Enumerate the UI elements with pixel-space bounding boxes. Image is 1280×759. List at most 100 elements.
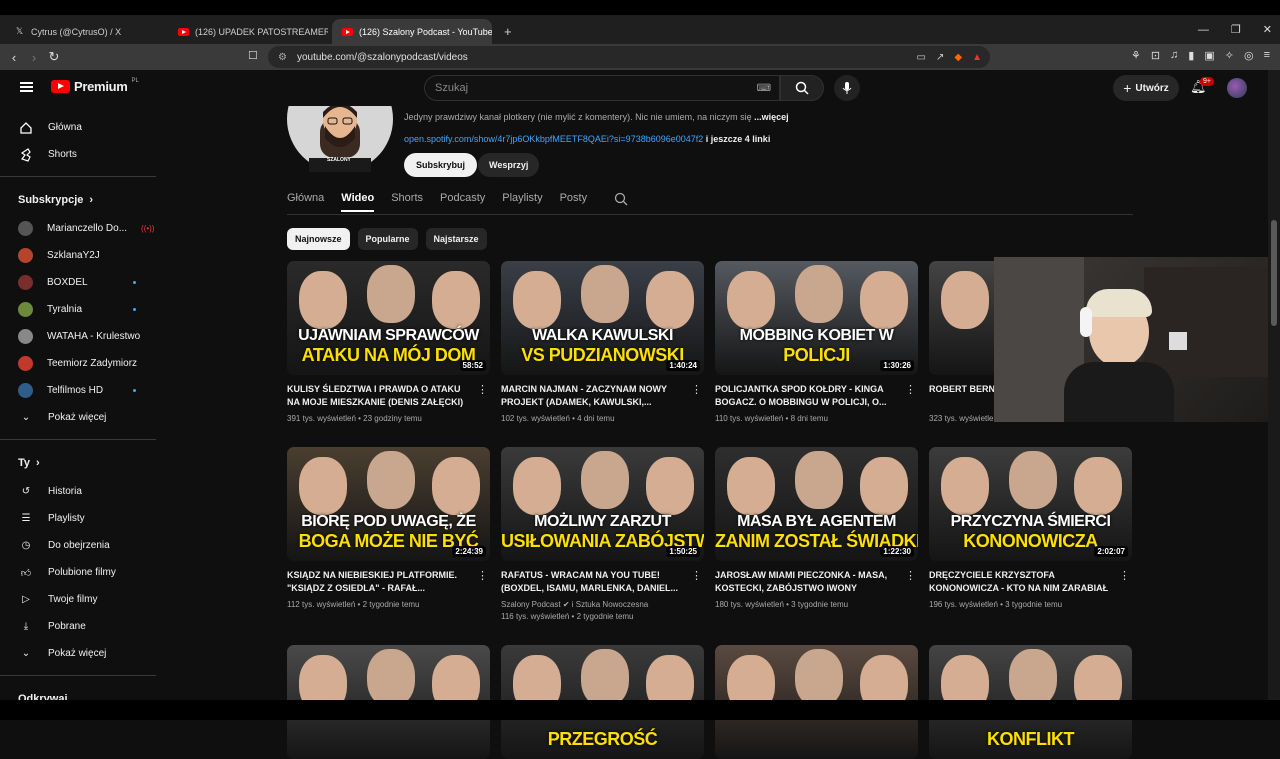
keyboard-icon[interactable]: ⌨ [757, 83, 771, 94]
ai-icon[interactable]: ✧ [1225, 49, 1234, 62]
more-options-icon[interactable]: ⋮ [691, 383, 702, 396]
sidebar-item-watch-later[interactable]: ◷ Do obejrzenia [0, 532, 156, 559]
tab-podcasts[interactable]: Podcasty [440, 192, 485, 212]
more-options-icon[interactable]: ⋮ [905, 569, 916, 582]
more-options-icon[interactable]: ⋮ [905, 383, 916, 396]
sidebar-icon[interactable]: ▮ [1188, 49, 1194, 62]
address-bar[interactable]: ⚙ youtube.com/@szalonypodcast/videos ▭ ↗… [268, 46, 990, 68]
support-button[interactable]: Wesprzyj [478, 153, 540, 177]
sidebar-item-history[interactable]: ↺ Historia [0, 478, 156, 505]
page-scrollbar[interactable] [1268, 70, 1280, 700]
tab-posts[interactable]: Posty [560, 192, 588, 212]
subscribe-button[interactable]: Subskrybuj [404, 153, 478, 177]
cast-icon[interactable]: ▭ [917, 52, 926, 63]
sidebar-item-subscription[interactable]: Telfilmos HD [0, 377, 156, 404]
new-tab-button[interactable]: + [494, 19, 518, 44]
video-thumbnail[interactable]: PRZYCZYNA ŚMIERCI KONONOWICZA 2:02:07 [929, 447, 1132, 561]
video-card[interactable]: MASA BYŁ AGENTEMZANIM ZOSTAŁ ŚWIADKIEM K… [715, 447, 918, 609]
sidebar-item-subscription[interactable]: WATAHA - Krulestwo [0, 323, 156, 350]
video-card[interactable]: BIORĘ POD UWAGĘ, ŻE BOGA MOŻE NIE BYĆ 2:24… [287, 447, 490, 609]
scrollbar-thumb[interactable] [1271, 220, 1277, 326]
sidebar-item-subscription[interactable]: BOXDEL [0, 269, 156, 296]
sidebar-item-playlists[interactable]: ☰ Playlisty [0, 505, 156, 532]
sidebar-item-subscription[interactable]: Marianczello Do... ((•)) [0, 215, 156, 242]
sidebar-item-shorts[interactable]: Shorts [0, 141, 156, 168]
sidebar-item-downloads[interactable]: ⤓ Pobrane [0, 613, 156, 640]
share-icon[interactable]: ↗ [936, 52, 944, 63]
hamburger-menu-icon[interactable] [20, 82, 33, 92]
spotify-link[interactable]: open.spotify.com/show/4r7jp6OKkbpfMEETF8… [404, 134, 703, 144]
video-thumbnail[interactable]: MASA BYŁ AGENTEMZANIM ZOSTAŁ ŚWIADKIEM K… [715, 447, 918, 561]
chip-oldest[interactable]: Najstarsze [425, 228, 487, 250]
extension-icon[interactable]: ⚘ [1131, 49, 1141, 62]
more-options-icon[interactable]: ⋮ [477, 383, 488, 396]
minimize-icon[interactable]: — [1198, 24, 1209, 36]
browser-tab-szalony[interactable]: (126) Szalony Podcast - YouTube ✕ [332, 19, 492, 44]
menu-icon[interactable]: ≡ [1264, 49, 1270, 62]
more-options-icon[interactable]: ⋮ [1119, 569, 1130, 582]
video-thumbnail[interactable]: WALKA KAWULSKI VS PUDZIANOWSKI 1:40:24 [501, 261, 704, 375]
tab-shorts[interactable]: Shorts [391, 192, 423, 212]
brave-shield-icon[interactable]: ◆ [954, 52, 962, 63]
wallet-icon[interactable]: ▣ [1204, 49, 1214, 62]
music-icon[interactable]: ♫ [1170, 49, 1178, 62]
more-link[interactable]: ...więcej [754, 112, 789, 122]
channel-links[interactable]: open.spotify.com/show/4r7jp6OKkbpfMEETF8… [404, 134, 770, 144]
more-options-icon[interactable]: ⋮ [691, 569, 702, 582]
close-window-icon[interactable]: ✕ [1263, 23, 1272, 36]
chip-popular[interactable]: Popularne [357, 228, 418, 250]
sidebar-item-your-videos[interactable]: ▷ Twoje filmy [0, 586, 156, 613]
video-title[interactable]: RAFATUS - WRACAM NA YOU TUBE! (BOXDEL, I… [501, 569, 704, 595]
video-thumbnail[interactable]: UJAWNIAM SPRAWCÓW ATAKU NA MÓJ DOM 58:52 [287, 261, 490, 375]
more-links[interactable]: i jeszcze 4 linki [706, 134, 771, 144]
video-title[interactable]: MARCIN NAJMAN - ZACZYNAM NOWY PROJEKT (A… [501, 383, 704, 409]
chip-newest[interactable]: Najnowsze [287, 228, 350, 250]
site-info-icon[interactable]: ⚙ [278, 52, 287, 63]
tab-videos[interactable]: Wideo [341, 192, 375, 212]
video-title[interactable]: KSIĄDZ NA NIEBIESKIEJ PLATFORMIE. "KSIĄD… [287, 569, 490, 595]
video-card[interactable]: MOBBING KOBIET W POLICJI 1:30:26 POLICJANTK… [715, 261, 918, 423]
restore-icon[interactable]: ❐ [1231, 23, 1241, 36]
create-button[interactable]: + Utwórz [1113, 75, 1179, 101]
tab-home[interactable]: Główna [287, 192, 324, 212]
video-card[interactable]: MOŻLIWY ZARZUT USIŁOWANIA ZABÓJSTWA 1:50:2… [501, 447, 704, 621]
back-icon[interactable]: ‹ [4, 50, 24, 65]
search-button[interactable] [780, 75, 824, 101]
video-thumbnail[interactable]: MOBBING KOBIET W POLICJI 1:30:26 [715, 261, 918, 375]
video-card[interactable]: WALKA KAWULSKI VS PUDZIANOWSKI 1:40:24 MARC… [501, 261, 704, 423]
video-title[interactable]: POLICJANTKA SPOD KOŁDRY - KINGA BOGACZ. … [715, 383, 918, 409]
channel-search-icon[interactable] [614, 192, 628, 212]
video-channel[interactable]: Szalony Podcast ✔ i Sztuka Nowoczesna [501, 600, 704, 609]
bookmark-icon[interactable]: ☐ [248, 49, 258, 62]
search-input[interactable]: Szukaj ⌨ [424, 75, 780, 101]
account-avatar[interactable] [1227, 78, 1247, 98]
video-card[interactable]: UJAWNIAM SPRAWCÓW ATAKU NA MÓJ DOM 58:52 KU… [287, 261, 490, 423]
tab-playlists[interactable]: Playlisty [502, 192, 542, 212]
rewards-icon[interactable]: ▲ [972, 52, 982, 63]
browser-tab-upadek[interactable]: (126) UPADEK PATOSTREAMERA Któ [168, 19, 328, 44]
reload-icon[interactable]: ↻ [44, 49, 64, 65]
video-card[interactable]: PRZYCZYNA ŚMIERCI KONONOWICZA 2:02:07 DRĘCZ… [929, 447, 1132, 609]
sidebar-item-subscription[interactable]: SzklanaY2J [0, 242, 156, 269]
sidebar-item-subscription[interactable]: Tyralnia [0, 296, 156, 323]
youtube-premium-logo[interactable]: Premium PL [51, 78, 139, 94]
video-thumbnail[interactable]: BIORĘ POD UWAGĘ, ŻE BOGA MOŻE NIE BYĆ 2:24… [287, 447, 490, 561]
browser-tab-x[interactable]: 𝕏 Cytrus (@CytrusO) / X [4, 19, 164, 44]
channel-name[interactable]: Szalony Podcast [501, 600, 561, 609]
vpn-icon[interactable]: ◎ [1244, 49, 1254, 62]
subscriptions-heading[interactable]: Subskrypcje › [0, 185, 156, 215]
video-title[interactable]: DRĘCZYCIELE KRZYSZTOFA KONONOWICZA - KTO… [929, 569, 1132, 595]
video-title[interactable]: JAROSŁAW MIAMI PIECZONKA - MASA, KOSTECK… [715, 569, 918, 595]
voice-search-button[interactable] [834, 75, 860, 101]
sidebar-item-home[interactable]: Główna [0, 114, 156, 141]
sidebar-show-more[interactable]: ⌄ Pokaż więcej [0, 640, 156, 667]
more-options-icon[interactable]: ⋮ [477, 569, 488, 582]
video-title[interactable]: KULISY ŚLEDZTWA I PRAWDA O ATAKU NA MOJE… [287, 383, 490, 409]
channel-description[interactable]: Jedyny prawdziwy kanał plotkery (nie myl… [404, 112, 789, 122]
sidebar-item-liked[interactable]: 👍︎ Polubione filmy [0, 559, 156, 586]
forward-icon[interactable]: › [24, 50, 44, 65]
sidebar-show-more[interactable]: ⌄ Pokaż więcej [0, 404, 156, 431]
sidebar-item-subscription[interactable]: Teemiorz Zadymiorz [0, 350, 156, 377]
channel-avatar-large[interactable]: SZALONY [287, 106, 393, 172]
collab-channel[interactable]: i Sztuka Nowoczesna [572, 600, 648, 609]
